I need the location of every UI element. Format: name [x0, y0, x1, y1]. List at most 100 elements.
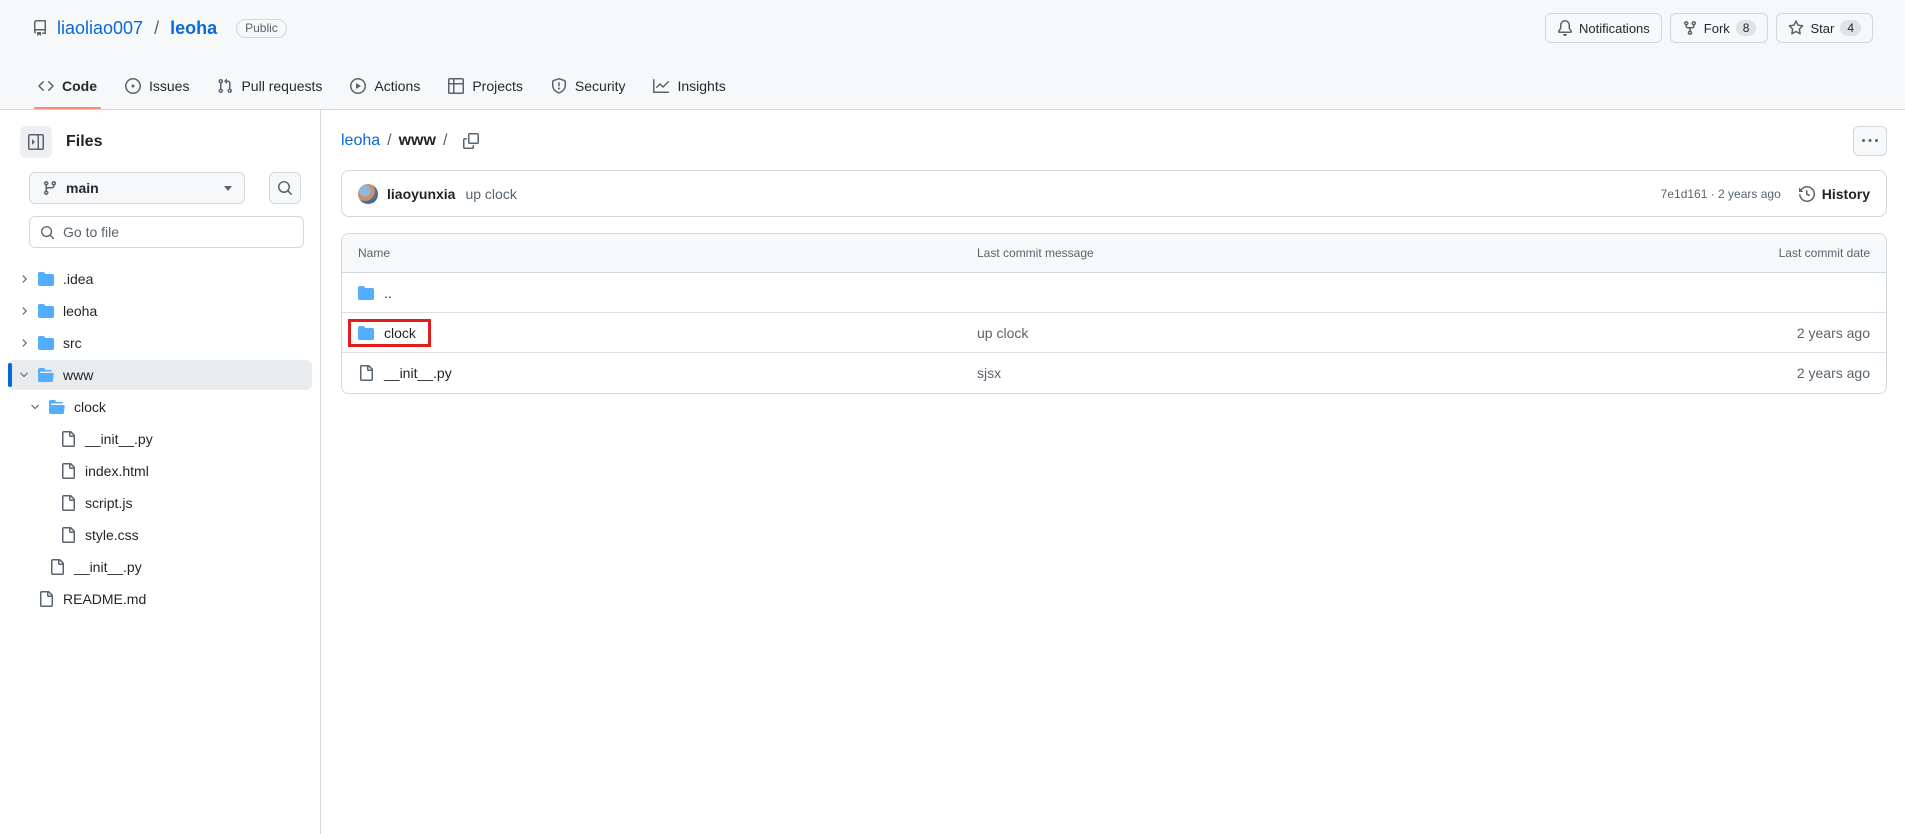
tab-label: Projects — [472, 78, 523, 94]
branch-selector[interactable]: main — [29, 172, 245, 204]
tree-item-label: README.md — [63, 591, 146, 607]
more-options-button[interactable] — [1853, 126, 1887, 156]
tab-label: Issues — [149, 78, 189, 94]
tab-pull-requests[interactable]: Pull requests — [203, 63, 336, 109]
notifications-label: Notifications — [1579, 21, 1650, 36]
commit-message-link[interactable]: up clock — [465, 186, 516, 202]
table-row-init-py[interactable]: __init__.py sjsx 2 years ago — [342, 353, 1886, 393]
file-icon — [60, 463, 76, 479]
breadcrumb-separator: / — [443, 132, 447, 150]
repo-icon — [32, 20, 48, 36]
collapse-sidebar-button[interactable] — [20, 126, 52, 158]
tree-item-readme-md[interactable]: README.md — [8, 584, 312, 614]
issue-icon — [125, 78, 141, 94]
init-py-file-link[interactable]: __init__.py — [358, 365, 452, 381]
tree-item-label: style.css — [85, 527, 139, 543]
tab-security[interactable]: Security — [537, 63, 640, 109]
tree-item-style-css[interactable]: style.css — [8, 520, 312, 550]
entry-name: __init__.py — [384, 365, 452, 381]
breadcrumb-separator: / — [387, 132, 391, 150]
tree-search-button[interactable] — [269, 172, 301, 204]
parent-directory-link[interactable]: .. — [358, 285, 392, 301]
folder-icon — [38, 271, 54, 287]
chevron-right-icon[interactable] — [18, 271, 38, 287]
repo-owner-link[interactable]: liaoliao007 — [57, 18, 143, 39]
tree-item-label: __init__.py — [85, 431, 153, 447]
main-content: leoha / www / liaoyunxia up clock 7e1d16… — [321, 110, 1905, 834]
clock-folder-link-highlighted[interactable]: clock — [348, 319, 431, 347]
tree-item-init-py-www[interactable]: __init__.py — [8, 552, 312, 582]
tab-issues[interactable]: Issues — [111, 63, 203, 109]
chevron-right-icon[interactable] — [18, 335, 38, 351]
go-to-file-input[interactable] — [63, 224, 243, 240]
repo-title: liaoliao007 / leoha Public — [32, 18, 287, 39]
file-icon — [60, 431, 76, 447]
search-icon — [40, 225, 55, 240]
breadcrumb-repo-link[interactable]: leoha — [341, 132, 380, 150]
file-icon — [358, 365, 374, 381]
tab-insights[interactable]: Insights — [639, 63, 739, 109]
chevron-right-icon[interactable] — [18, 303, 38, 319]
file-tree: .idea leoha src www clock — [0, 258, 320, 614]
file-icon — [49, 559, 65, 575]
tree-item-clock[interactable]: clock — [8, 392, 312, 422]
tree-item-www[interactable]: www — [8, 360, 312, 390]
folder-open-icon — [38, 367, 54, 383]
tree-item-script-js[interactable]: script.js — [8, 488, 312, 518]
files-panel-title: Files — [66, 133, 102, 151]
commit-message-link[interactable]: up clock — [977, 325, 1028, 341]
history-label: History — [1822, 186, 1870, 202]
fork-button[interactable]: Fork 8 — [1670, 13, 1769, 43]
tree-item-label: __init__.py — [74, 559, 142, 575]
history-button[interactable]: History — [1799, 186, 1870, 202]
branch-name: main — [66, 180, 99, 196]
header-actions: Notifications Fork 8 Star 4 — [1545, 13, 1873, 43]
tree-item-idea[interactable]: .idea — [8, 264, 312, 294]
table-row-parent-dir[interactable]: .. — [342, 273, 1886, 313]
star-button[interactable]: Star 4 — [1776, 13, 1873, 43]
entry-name: clock — [384, 325, 416, 341]
tree-item-label: .idea — [63, 271, 93, 287]
tab-projects[interactable]: Projects — [434, 63, 537, 109]
kebab-icon — [1862, 133, 1878, 149]
notifications-button[interactable]: Notifications — [1545, 13, 1662, 43]
repo-name-link[interactable]: leoha — [170, 18, 217, 39]
commit-sha-time[interactable]: 7e1d161 · 2 years ago — [1661, 187, 1781, 201]
tab-label: Insights — [677, 78, 725, 94]
commit-message-link[interactable]: sjsx — [977, 365, 1001, 381]
tree-item-leoha[interactable]: leoha — [8, 296, 312, 326]
tree-item-label: script.js — [85, 495, 132, 511]
repo-title-separator: / — [152, 18, 161, 39]
breadcrumb-current: www — [399, 132, 436, 150]
tree-item-index-html[interactable]: index.html — [8, 456, 312, 486]
play-icon — [350, 78, 366, 94]
tree-item-label: src — [63, 335, 82, 351]
sidebar-panel-icon — [28, 134, 44, 150]
copy-path-button[interactable] — [459, 129, 483, 153]
projects-icon — [448, 78, 464, 94]
tree-item-init-py-clock[interactable]: __init__.py — [8, 424, 312, 454]
app-header: liaoliao007 / leoha Public Notifications… — [0, 0, 1905, 110]
repo-tab-nav: Code Issues Pull requests Actions Projec… — [0, 56, 1905, 110]
chevron-down-icon[interactable] — [18, 367, 38, 383]
tab-actions[interactable]: Actions — [336, 63, 434, 109]
tree-item-label: leoha — [63, 303, 97, 319]
avatar[interactable] — [358, 184, 378, 204]
tree-item-label: www — [63, 367, 93, 383]
file-list-table: Name Last commit message Last commit dat… — [341, 233, 1887, 394]
column-header-name: Name — [342, 246, 977, 260]
star-count: 4 — [1840, 20, 1861, 36]
latest-commit-bar: liaoyunxia up clock 7e1d161 · 2 years ag… — [341, 170, 1887, 217]
fork-count: 8 — [1736, 20, 1757, 36]
breadcrumb: leoha / www / — [341, 132, 447, 150]
tab-code[interactable]: Code — [24, 63, 111, 109]
folder-icon — [358, 325, 374, 341]
commit-author-link[interactable]: liaoyunxia — [387, 186, 455, 202]
table-header-row: Name Last commit message Last commit dat… — [342, 234, 1886, 273]
table-row-clock[interactable]: clock up clock 2 years ago — [342, 313, 1886, 353]
copy-icon — [463, 133, 479, 149]
visibility-badge: Public — [236, 19, 287, 38]
tree-item-src[interactable]: src — [8, 328, 312, 358]
file-icon — [60, 495, 76, 511]
chevron-down-icon[interactable] — [29, 399, 49, 415]
